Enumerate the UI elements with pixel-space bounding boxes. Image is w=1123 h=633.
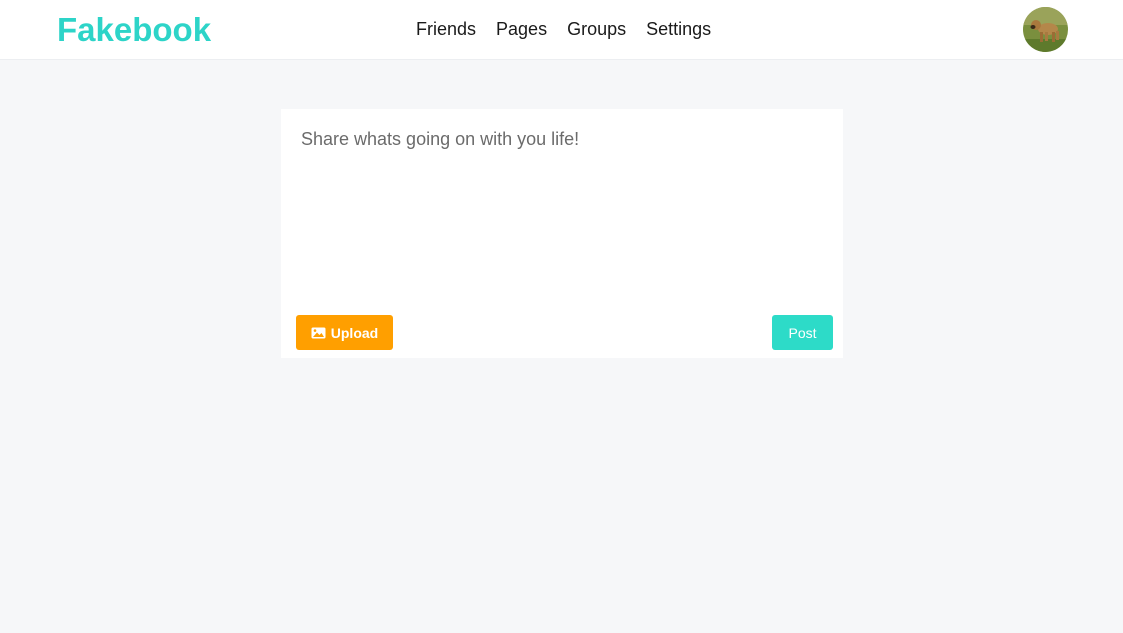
- logo[interactable]: Fakebook: [57, 10, 211, 50]
- post-composer: Upload Post: [281, 109, 843, 358]
- top-navbar: Fakebook Friends Pages Groups Settings: [0, 0, 1123, 59]
- nav-item-pages[interactable]: Pages: [496, 18, 547, 40]
- upload-button-label: Upload: [330, 324, 379, 341]
- post-button[interactable]: Post: [772, 315, 833, 350]
- nav-item-friends[interactable]: Friends: [416, 18, 476, 40]
- nav-item-groups[interactable]: Groups: [567, 18, 626, 40]
- image-icon: [311, 327, 326, 339]
- post-text-input[interactable]: [281, 109, 843, 309]
- nav-item-settings[interactable]: Settings: [646, 18, 711, 40]
- dog-avatar-icon: [1023, 7, 1068, 52]
- user-avatar[interactable]: [1023, 7, 1068, 52]
- upload-button[interactable]: Upload: [296, 315, 393, 350]
- main-nav: Friends Pages Groups Settings: [416, 18, 711, 40]
